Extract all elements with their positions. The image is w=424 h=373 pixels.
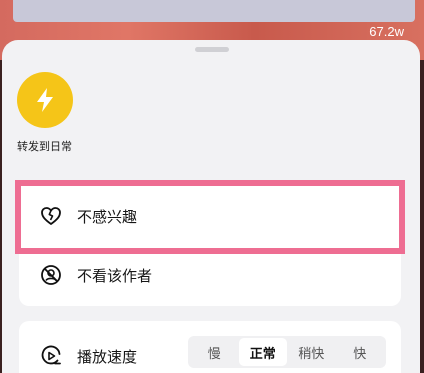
broken-heart-icon xyxy=(39,204,63,228)
not-interested-item[interactable]: 不感兴趣 xyxy=(19,188,401,244)
drag-handle[interactable] xyxy=(195,47,229,52)
block-user-icon xyxy=(39,263,63,287)
video-thumbnail[interactable] xyxy=(13,0,415,22)
menu-card: 不感兴趣 不看该作者 xyxy=(19,180,401,306)
not-interested-label: 不感兴趣 xyxy=(77,207,138,226)
share-circle xyxy=(17,72,73,128)
hide-author-label: 不看该作者 xyxy=(77,266,153,285)
share-to-daily-button[interactable]: 转发到日常 xyxy=(17,72,77,154)
speed-card: 播放速度 慢 正常 稍快 快 xyxy=(19,321,401,373)
speed-option-slightly-fast[interactable]: 稍快 xyxy=(287,338,336,366)
speed-option-slow[interactable]: 慢 xyxy=(190,338,239,366)
screen: 67.2w 转发到日常 不感兴趣 不看该作者 播放速度 慢 正常 稍快 快 xyxy=(0,0,424,373)
view-count: 67.2w xyxy=(369,24,404,39)
speed-selector[interactable]: 慢 正常 稍快 快 xyxy=(188,336,386,368)
speed-option-fast[interactable]: 快 xyxy=(336,338,385,366)
action-sheet: 转发到日常 不感兴趣 不看该作者 播放速度 慢 正常 稍快 快 xyxy=(2,40,420,373)
speed-label: 播放速度 xyxy=(77,347,138,366)
hide-author-item[interactable]: 不看该作者 xyxy=(19,247,401,303)
playback-speed-icon xyxy=(39,344,63,368)
share-label: 转发到日常 xyxy=(17,140,72,153)
lightning-icon xyxy=(37,88,53,112)
speed-option-normal[interactable]: 正常 xyxy=(238,338,287,366)
